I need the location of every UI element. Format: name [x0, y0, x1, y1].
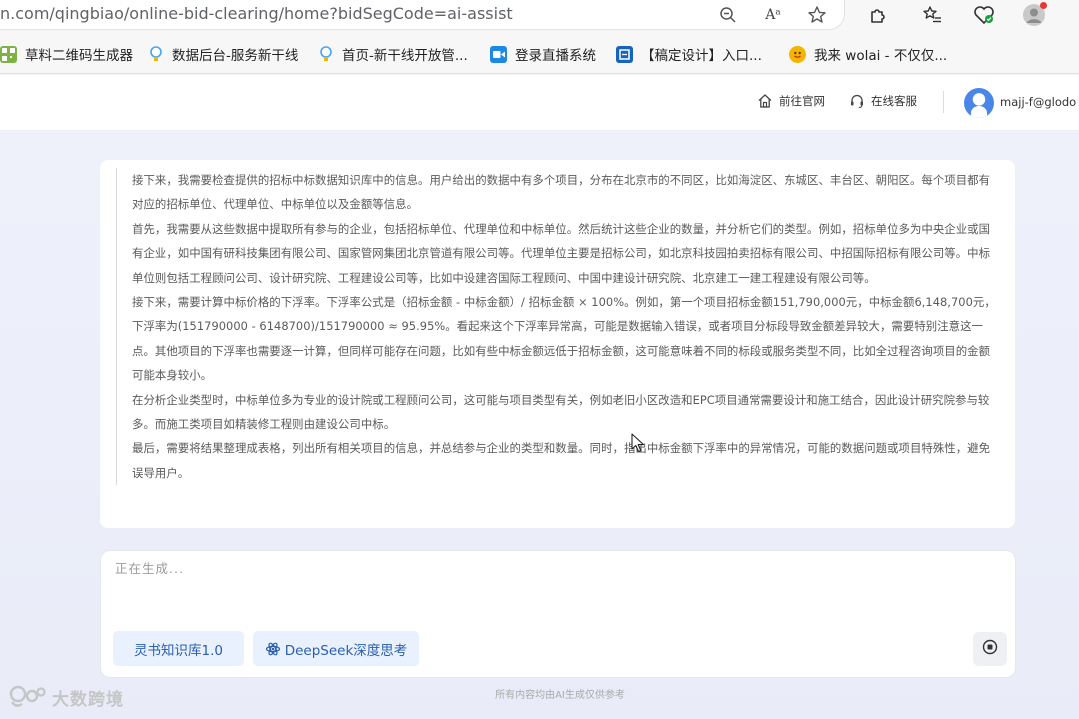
zoom-out-icon[interactable] [717, 4, 739, 26]
knowledge-base-button[interactable]: 灵书知识库1.0 [113, 631, 244, 666]
bookmark-label: 我来 wolai - 不仅仅... [814, 48, 948, 64]
stop-icon [982, 639, 998, 659]
bulb-icon [147, 45, 164, 63]
smiley-icon [789, 45, 806, 63]
read-aloud-icon[interactable]: Aᵃ [760, 4, 786, 26]
browser-toolbar: n.com/qingbiao/online-bid-clearing/home?… [0, 0, 1079, 34]
thinking-paragraph: 首先，我需要从这些数据中提取所有参与的企业，包括招标单位、代理单位和中标单位。然… [132, 221, 991, 285]
deepseek-think-button[interactable]: DeepSeek深度思考 [253, 631, 419, 666]
thinking-paragraph: 在分析企业类型时，中标单位多为专业的设计院或工程顾问公司，这可能与项目类型有关，… [132, 392, 990, 432]
deepseek-think-label: DeepSeek深度思考 [284, 642, 408, 659]
browser-essentials-heart-icon[interactable] [972, 3, 996, 27]
official-site-link[interactable]: 前往官网 [757, 93, 825, 109]
bookmark-label: 登录直播系统 [515, 48, 596, 64]
bookmark-label: 草料二维码生成器 [25, 48, 133, 64]
thinking-paragraph: 接下来，需要计算中标价格的下浮率。下浮率公式是（招标金额 - 中标金额）/ 招标… [132, 295, 996, 383]
url-text[interactable]: n.com/qingbiao/online-bid-clearing/home?… [0, 4, 513, 23]
video-icon [490, 45, 507, 63]
mouse-cursor-icon [631, 433, 645, 457]
watermark-text: 大数跨境 [52, 689, 124, 710]
app-header: 前往官网 在线客服 majj-f@glodo [0, 75, 1079, 131]
watermark-logo-icon [8, 684, 46, 710]
favorite-star-icon[interactable] [805, 3, 829, 27]
chat-input-box[interactable]: 正在生成... 灵书知识库1.0 DeepSeek深度思考 [100, 550, 1016, 678]
deep-thinking-block: 接下来，我需要检查提供的招标中标数据知识库中的信息。用户给出的数据中有多个项目，… [116, 168, 999, 486]
bookmark-item[interactable]: 登录直播系统 [490, 44, 596, 64]
atom-icon [265, 641, 281, 657]
headset-icon [849, 93, 865, 109]
bookmark-item[interactable]: 草料二维码生成器 [0, 44, 133, 64]
thinking-paragraph: 最后，需要将结果整理成表格，列出所有相关项目的信息，并总结参与企业的类型和数量。… [132, 441, 991, 480]
online-service-link[interactable]: 在线客服 [849, 93, 917, 109]
favorites-list-icon[interactable] [920, 3, 944, 27]
online-service-label: 在线客服 [871, 94, 917, 108]
chat-input-placeholder[interactable]: 正在生成... [115, 558, 184, 577]
bookmark-item[interactable]: 首页-新干线开放管... [317, 44, 468, 64]
header-divider [943, 91, 944, 113]
bulb-icon [317, 45, 334, 63]
notification-dot-icon [1040, 2, 1047, 9]
bookmarks-bar: 草料二维码生成器 数据后台-服务新干线 首页-新干线开放管... 登录直播系统 … [0, 34, 1079, 74]
ai-disclaimer: 所有内容均由AI生成仅供参考 [495, 690, 625, 701]
thinking-paragraph: 接下来，我需要检查提供的招标中标数据知识库中的信息。用户给出的数据中有多个项目，… [132, 173, 991, 212]
bookmark-label: 首页-新干线开放管... [342, 48, 468, 64]
profile-avatar-icon[interactable] [1021, 2, 1047, 28]
bookmark-label: 【稿定设计】入口... [641, 48, 762, 64]
official-site-label: 前往官网 [779, 94, 825, 108]
bookmark-item[interactable]: 【稿定设计】入口... [616, 44, 762, 64]
home-icon [757, 93, 773, 109]
watermark: 大数跨境 [8, 684, 124, 710]
user-name[interactable]: majj-f@glodo [1000, 95, 1076, 109]
stop-generating-button[interactable] [973, 632, 1007, 666]
extensions-puzzle-icon[interactable] [866, 3, 890, 27]
qr-grid-icon [0, 45, 17, 63]
bookmark-label: 数据后台-服务新干线 [172, 48, 299, 64]
bookmark-item[interactable]: 数据后台-服务新干线 [147, 44, 298, 64]
gaoding-icon [616, 45, 633, 63]
user-avatar[interactable] [964, 88, 994, 118]
answer-card: 接下来，我需要检查提供的招标中标数据知识库中的信息。用户给出的数据中有多个项目，… [100, 160, 1015, 528]
bookmark-item[interactable]: 我来 wolai - 不仅仅... [789, 44, 947, 64]
